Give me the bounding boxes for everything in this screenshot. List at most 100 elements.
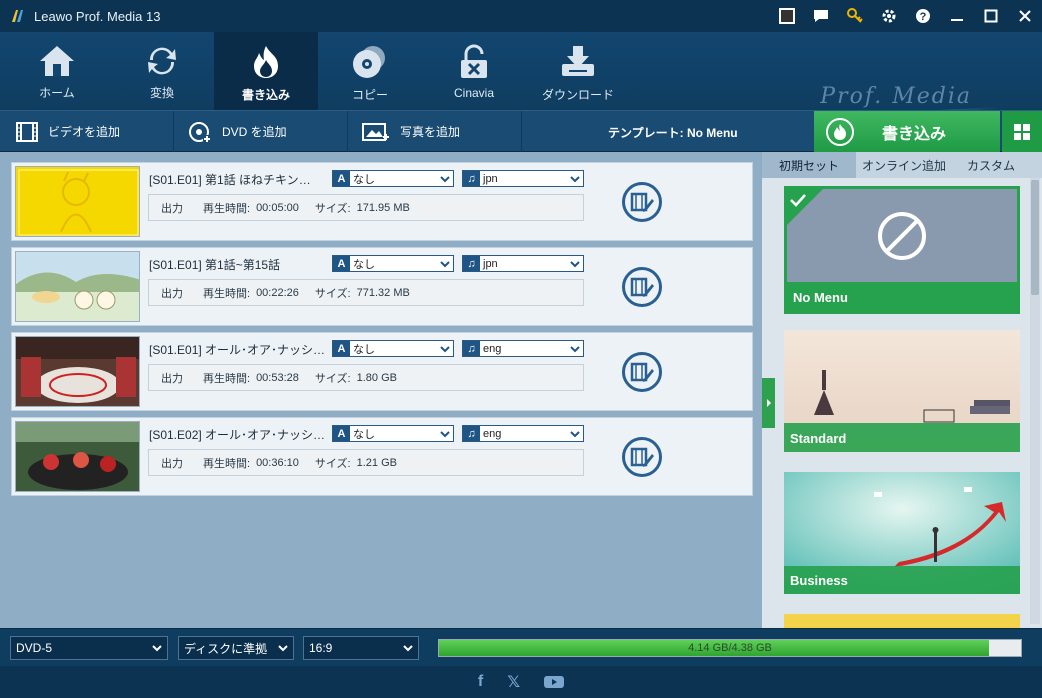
subtitle-value: なし [353, 428, 375, 441]
disc-capacity-bar: 4.14 GB/4.38 GB [438, 639, 1022, 657]
film-icon [16, 121, 38, 142]
subtitle-icon: A [333, 426, 350, 441]
chevron-down-icon [440, 260, 450, 267]
template-name: No Menu [793, 290, 848, 305]
convert-icon [148, 47, 176, 75]
tab-label: ホーム [39, 86, 75, 100]
template-no-menu[interactable]: No Menu [784, 186, 1020, 314]
amd-badge-icon [770, 0, 804, 32]
video-title: [S01.E01] 第1話~第15話 [149, 258, 281, 272]
subtitle-select[interactable]: A なし [332, 425, 454, 442]
tab-convert[interactable]: 変換 [110, 32, 214, 110]
video-info: 出力 再生時間: 00:05:00 サイズ: 171.95 MB [148, 194, 584, 221]
template-indicator: テンプレート: No Menu [608, 126, 738, 140]
chevron-down-icon [278, 645, 288, 652]
video-info: 出力 再生時間: 00:53:28 サイズ: 1.80 GB [148, 364, 584, 391]
template-panel: 初期セット オンライン追加 カスタム No Menu Standard Busi… [762, 152, 1042, 628]
tab-copy[interactable]: コピー [318, 32, 422, 110]
scrollbar-thumb[interactable] [1031, 180, 1039, 295]
size-label: サイズ: [314, 202, 351, 215]
subtitle-value: なし [353, 258, 375, 271]
add-photo-button[interactable]: 写真を追加 [348, 111, 522, 152]
collapse-panel-button[interactable] [762, 378, 775, 428]
grid-view-button[interactable] [1002, 111, 1042, 152]
photo-icon [362, 122, 389, 141]
subtitle-select[interactable]: A なし [332, 170, 454, 187]
chevron-down-icon [440, 345, 450, 352]
edit-video-button[interactable] [622, 182, 662, 222]
disc-type-select[interactable]: DVD-5 [10, 636, 168, 660]
key-icon[interactable] [838, 0, 872, 32]
audio-select[interactable]: ♫ jpn [462, 170, 584, 187]
chevron-down-icon [570, 430, 580, 437]
subtitle-icon: A [333, 256, 350, 271]
edit-video-button[interactable] [622, 437, 662, 477]
duration-value: 00:05:00 [256, 201, 299, 214]
video-thumbnail [15, 421, 140, 492]
youtube-icon[interactable] [544, 674, 565, 690]
video-row[interactable]: [S01.E01] 第1話~第15話 A なし ♫ jpn 出力 再生時間: 00:… [11, 247, 753, 326]
video-title: [S01.E02] オール･オア･ナッシ… [149, 428, 326, 442]
message-icon[interactable] [804, 0, 838, 32]
close-button[interactable] [1008, 0, 1042, 32]
video-row[interactable]: [S01.E01] オール･オア･ナッシ… A なし ♫ eng 出力 再生時間: … [11, 332, 753, 411]
burn-flame-icon [826, 117, 854, 146]
maximize-button[interactable] [974, 0, 1008, 32]
subtitle-value: なし [353, 343, 375, 356]
aspect-ratio-select[interactable]: 16:9 [303, 636, 419, 660]
title-bar: Leawo Prof. Media 13 ? [0, 0, 1042, 32]
video-list: [S01.E01] 第1話 ほねチキン… A なし ♫ jpn 出力 再生時間: 0… [0, 152, 762, 628]
x-twitter-icon[interactable]: 𝕏 [507, 672, 520, 692]
film-edit-icon [630, 192, 654, 212]
subtitle-value: なし [353, 173, 375, 186]
chevron-down-icon [152, 645, 162, 652]
duration-label: 再生時間: [203, 372, 251, 385]
duration-value: 00:22:26 [256, 286, 299, 299]
help-icon[interactable]: ? [906, 0, 940, 32]
quality-select[interactable]: ディスクに準拠 [178, 636, 294, 660]
copy-icon [353, 46, 385, 78]
subtitle-icon: A [333, 171, 350, 186]
tab-burn[interactable]: 書き込み [214, 32, 318, 110]
audio-select[interactable]: ♫ eng [462, 340, 584, 357]
burn-button[interactable]: 書き込み [814, 111, 1000, 152]
subtitle-select[interactable]: A なし [332, 340, 454, 357]
tab-label: 書き込み [241, 88, 290, 102]
gear-icon[interactable] [872, 0, 906, 32]
main-tab-bar: ホーム 変換 書き込み コピー Cinavia ダウンロード Prof. Med… [0, 32, 1042, 120]
capacity-text: 4.14 GB/4.38 GB [688, 642, 772, 654]
tab-cinavia[interactable]: Cinavia [422, 32, 526, 110]
template-standard[interactable]: Standard [784, 330, 1020, 452]
video-row[interactable]: [S01.E02] オール･オア･ナッシ… A なし ♫ eng 出力 再生時間: … [11, 417, 753, 496]
audio-value: eng [483, 342, 502, 355]
download-icon [562, 46, 594, 76]
tab-label: Cinavia [453, 86, 495, 100]
edit-video-button[interactable] [622, 352, 662, 392]
chevron-down-icon [570, 345, 580, 352]
chevron-down-icon [440, 430, 450, 437]
template-next-preview[interactable] [784, 614, 1020, 628]
tab-home[interactable]: ホーム [5, 32, 109, 110]
edit-video-button[interactable] [622, 267, 662, 307]
app-window: Leawo Prof. Media 13 ? ホーム 変換 書き込み コピー C… [0, 0, 1042, 698]
cinavia-icon [461, 44, 487, 78]
template-business[interactable]: Business [784, 472, 1020, 594]
tab-presets[interactable]: 初期セット [762, 152, 856, 178]
chevron-down-icon [403, 645, 413, 652]
chevron-down-icon [570, 260, 580, 267]
tab-custom[interactable]: カスタム [952, 152, 1030, 178]
burn-label: 書き込み [882, 125, 947, 143]
home-icon [40, 46, 74, 76]
app-title: Leawo Prof. Media 13 [34, 8, 161, 24]
minimize-button[interactable] [940, 0, 974, 32]
subtitle-select[interactable]: A なし [332, 255, 454, 272]
template-name: Standard [790, 431, 847, 446]
audio-select[interactable]: ♫ eng [462, 425, 584, 442]
facebook-icon[interactable]: f [478, 673, 483, 691]
video-row[interactable]: [S01.E01] 第1話 ほねチキン… A なし ♫ jpn 出力 再生時間: 0… [11, 162, 753, 241]
add-dvd-button[interactable]: DVD を追加 [174, 111, 348, 152]
audio-select[interactable]: ♫ jpn [462, 255, 584, 272]
tab-download[interactable]: ダウンロード [526, 32, 630, 110]
tab-online[interactable]: オンライン追加 [856, 152, 952, 178]
add-video-button[interactable]: ビデオを追加 [0, 111, 174, 152]
